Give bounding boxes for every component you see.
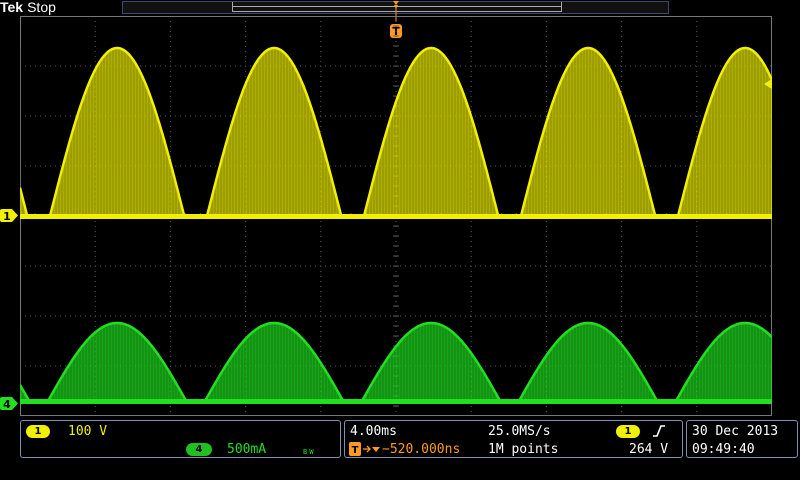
ch4-ground-marker[interactable]: 4 [0,397,18,410]
vertical-settings-panel[interactable]: 1 100 V 4 500mA B W [20,420,341,458]
bandwidth-limit-icon: B W [303,448,314,456]
trigger-level: 264 V [629,442,669,457]
trigger-source-label: 1 [624,426,632,437]
brand-logo: Tek [0,0,24,15]
trigger-position: −520.000ns [382,442,461,457]
ch4-marker-label: 4 [3,398,11,410]
trigger-source-badge: 1 [616,425,640,438]
ch4-badge-label: 4 [195,444,203,455]
record-length: 1M points [488,442,559,457]
time: 09:49:40 [692,442,755,457]
time-per-div: 4.00ms [350,424,397,439]
sample-rate: 25.0MS/s [488,424,551,439]
arrow-left-icon [764,79,772,89]
horizontal-trigger-panel[interactable]: 4.00ms 25.0MS/s 1 T −520.000ns 1M points… [344,420,683,458]
waveform-display[interactable] [20,16,772,416]
ch4-waveform [20,321,772,404]
brand-status: Tek Stop [0,0,56,15]
datetime-panel: 30 Dec 2013 09:49:40 [686,420,798,458]
trigger-offset-icon: T [349,442,380,456]
rising-edge-icon [653,425,665,437]
date: 30 Dec 2013 [692,424,779,439]
ch1-ground-marker[interactable]: 1 [0,209,18,222]
ch4-badge: 4 [186,443,212,456]
trigger-level-marker[interactable] [760,78,772,90]
ch1-badge-label: 1 [34,426,42,437]
ch1-marker-label: 1 [3,210,11,222]
acquisition-status: Stop [27,0,56,15]
ch4-scale: 500mA [227,442,267,457]
ch1-badge: 1 [26,425,50,438]
trigger-offset-letter: T [352,445,359,456]
ch1-scale: 100 V [68,424,108,439]
